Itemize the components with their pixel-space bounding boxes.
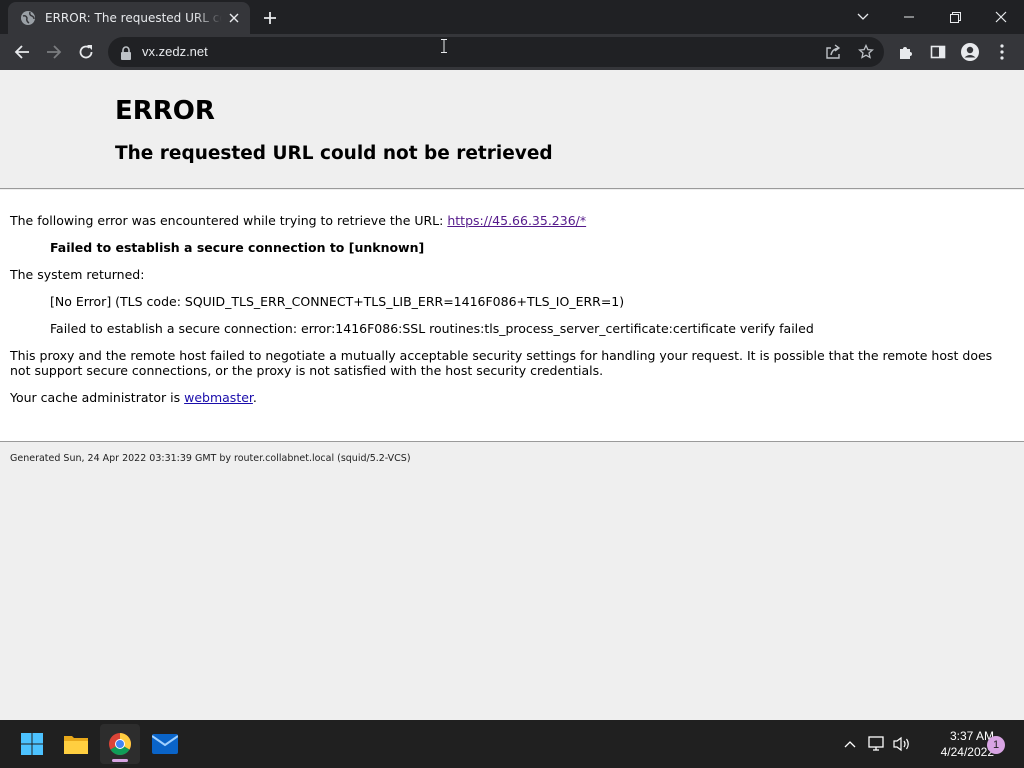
back-button[interactable] [6, 36, 38, 68]
text-cursor-icon [441, 38, 447, 53]
browser-tab[interactable]: ERROR: The requested URL could not be re… [8, 2, 250, 34]
mail-icon[interactable] [145, 724, 185, 764]
show-hidden-icons-chevron-icon[interactable] [838, 732, 862, 756]
page-subtitle: The requested URL could not be retrieved [115, 143, 553, 164]
tab-close-icon[interactable] [226, 10, 242, 26]
error-content: The following error was encountered whil… [0, 190, 1024, 442]
start-windows-icon[interactable] [12, 724, 52, 764]
system-returned-label: The system returned: [10, 267, 145, 282]
url-text[interactable]: vx.zedz.net [142, 44, 208, 59]
volume-icon[interactable] [890, 732, 914, 756]
globe-icon [20, 10, 36, 26]
failed-heading: Failed to establish a secure connection … [50, 240, 425, 255]
side-panel-icon[interactable] [922, 36, 954, 68]
close-window-button[interactable] [978, 0, 1024, 34]
new-tab-button[interactable] [258, 6, 282, 30]
reload-button[interactable] [70, 36, 102, 68]
notification-badge[interactable]: 1 [987, 736, 1005, 754]
lock-icon[interactable] [120, 45, 132, 60]
error-code: [No Error] (TLS code: SQUID_TLS_ERR_CONN… [50, 294, 625, 309]
restore-button[interactable] [932, 0, 978, 34]
forward-button[interactable] [38, 36, 70, 68]
network-icon[interactable] [865, 732, 889, 756]
tab-search-chevron-icon[interactable] [840, 0, 886, 34]
minimize-button[interactable] [886, 0, 932, 34]
failed-url-link[interactable]: https://45.66.35.236/* [447, 213, 586, 228]
taskbar-clock[interactable]: 3:37 AM 4/24/2022 [912, 728, 994, 760]
taskbar: 3:37 AM 4/24/2022 [0, 720, 1024, 768]
admin-suffix: . [252, 390, 257, 405]
explanation-paragraph: This proxy and the remote host failed to… [10, 348, 993, 378]
browser-toolbar: vx.zedz.net [0, 34, 1024, 70]
file-explorer-icon[interactable] [56, 724, 96, 764]
page-title: ERROR [115, 96, 215, 126]
intro-paragraph: The following error was encountered whil… [10, 213, 586, 228]
extensions-puzzle-icon[interactable] [890, 36, 922, 68]
chrome-taskbar-icon[interactable] [100, 724, 140, 764]
page-viewport: ERROR The requested URL could not be ret… [0, 70, 1024, 720]
error-header: ERROR The requested URL could not be ret… [0, 70, 1024, 189]
bookmark-star-icon[interactable] [854, 40, 878, 64]
clock-time: 3:37 AM [949, 729, 994, 743]
tab-title: ERROR: The requested URL could not be re… [45, 11, 222, 25]
share-icon[interactable] [821, 40, 845, 64]
profile-avatar-icon[interactable] [954, 36, 986, 68]
menu-kebab-icon[interactable] [986, 36, 1018, 68]
intro-text: The following error was encountered whil… [10, 213, 444, 228]
browser-titlebar: ERROR: The requested URL could not be re… [0, 0, 1024, 34]
admin-paragraph: Your cache administrator is webmaster. [10, 390, 257, 405]
error-detail: Failed to establish a secure connection:… [50, 321, 814, 336]
clock-date: 4/24/2022 [940, 745, 994, 759]
address-bar[interactable]: vx.zedz.net [108, 37, 884, 67]
admin-prefix: Your cache administrator is [10, 390, 185, 405]
active-app-indicator [112, 759, 128, 762]
webmaster-link[interactable]: webmaster [184, 390, 253, 405]
generated-footer: Generated Sun, 24 Apr 2022 03:31:39 GMT … [10, 453, 411, 464]
